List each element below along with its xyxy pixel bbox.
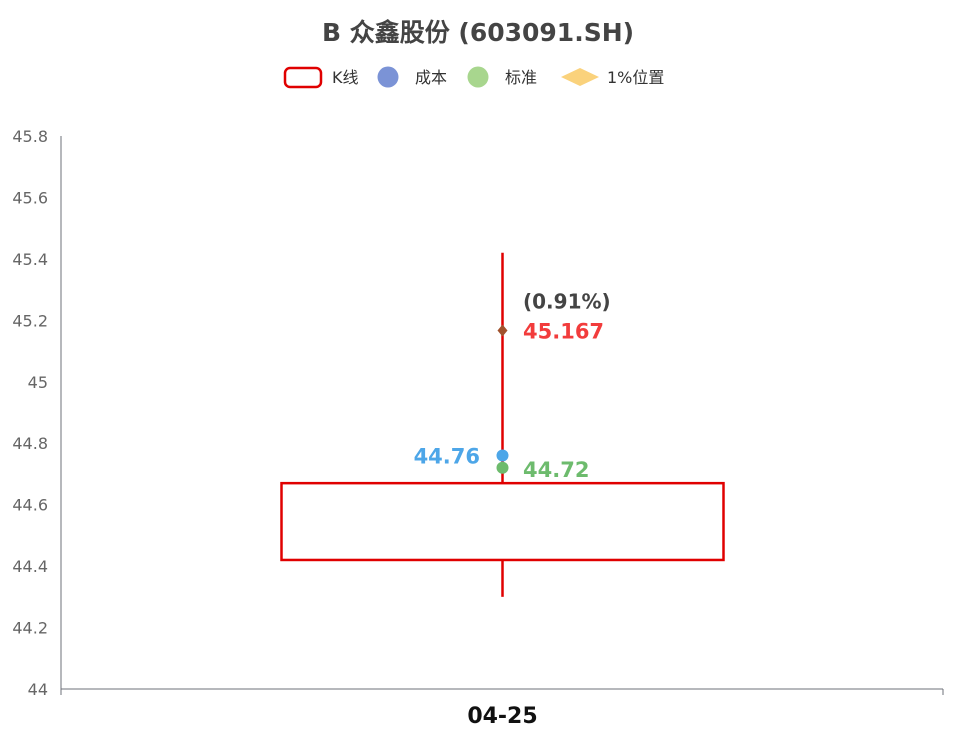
candle-body [280,481,725,562]
chart-root: B 众鑫股份 (603091.SH) K线 成本 标准 1%位置 44 44.2 44.4… [0,0,960,747]
standard-marker [496,461,509,474]
y-tick-label: 44.8 [12,434,48,453]
x-tick-label: 04-25 [467,704,537,729]
y-axis: 44 44.2 44.4 44.6 44.8 45 45.2 45.4 45.6 45.8 [12,127,62,699]
legend-label: K线 [332,68,359,87]
candlestick-chart: B 众鑫股份 (603091.SH) K线 成本 标准 1%位置 44 44.2 44.4… [12,18,944,729]
y-tick-label: 45.4 [12,250,48,269]
y-tick-label: 44.4 [12,557,48,576]
plot-area: 44.76 44.72 45.167 (0.91%) [280,252,725,597]
cost-marker [496,449,509,462]
standard-value-label: 44.72 [523,458,589,482]
legend-label: 成本 [415,68,447,87]
one-percent-value-label: 45.167 [523,319,604,343]
legend-circle-icon [377,66,399,88]
cost-value-label: 44.76 [414,445,480,469]
one-percent-marker [497,324,508,337]
y-tick-label: 44.2 [12,619,48,638]
legend-circle-icon [467,66,489,88]
y-tick-label: 45.6 [12,188,48,207]
legend-diamond-icon [561,68,599,86]
y-tick-label: 45.2 [12,311,48,330]
legend-label: 标准 [505,68,537,87]
y-tick-label: 44.6 [12,496,48,515]
legend-kline-icon [283,66,323,89]
chart-title: B 众鑫股份 (603091.SH) [322,18,634,47]
y-tick-label: 45 [28,373,48,392]
x-axis: 04-25 [60,688,944,729]
y-tick-label: 44 [28,680,48,699]
one-percent-note-label: (0.91%) [523,289,611,313]
y-tick-label: 45.8 [12,127,48,146]
legend-label: 1%位置 [607,68,664,87]
legend: K线 成本 标准 1%位置 [283,66,664,89]
